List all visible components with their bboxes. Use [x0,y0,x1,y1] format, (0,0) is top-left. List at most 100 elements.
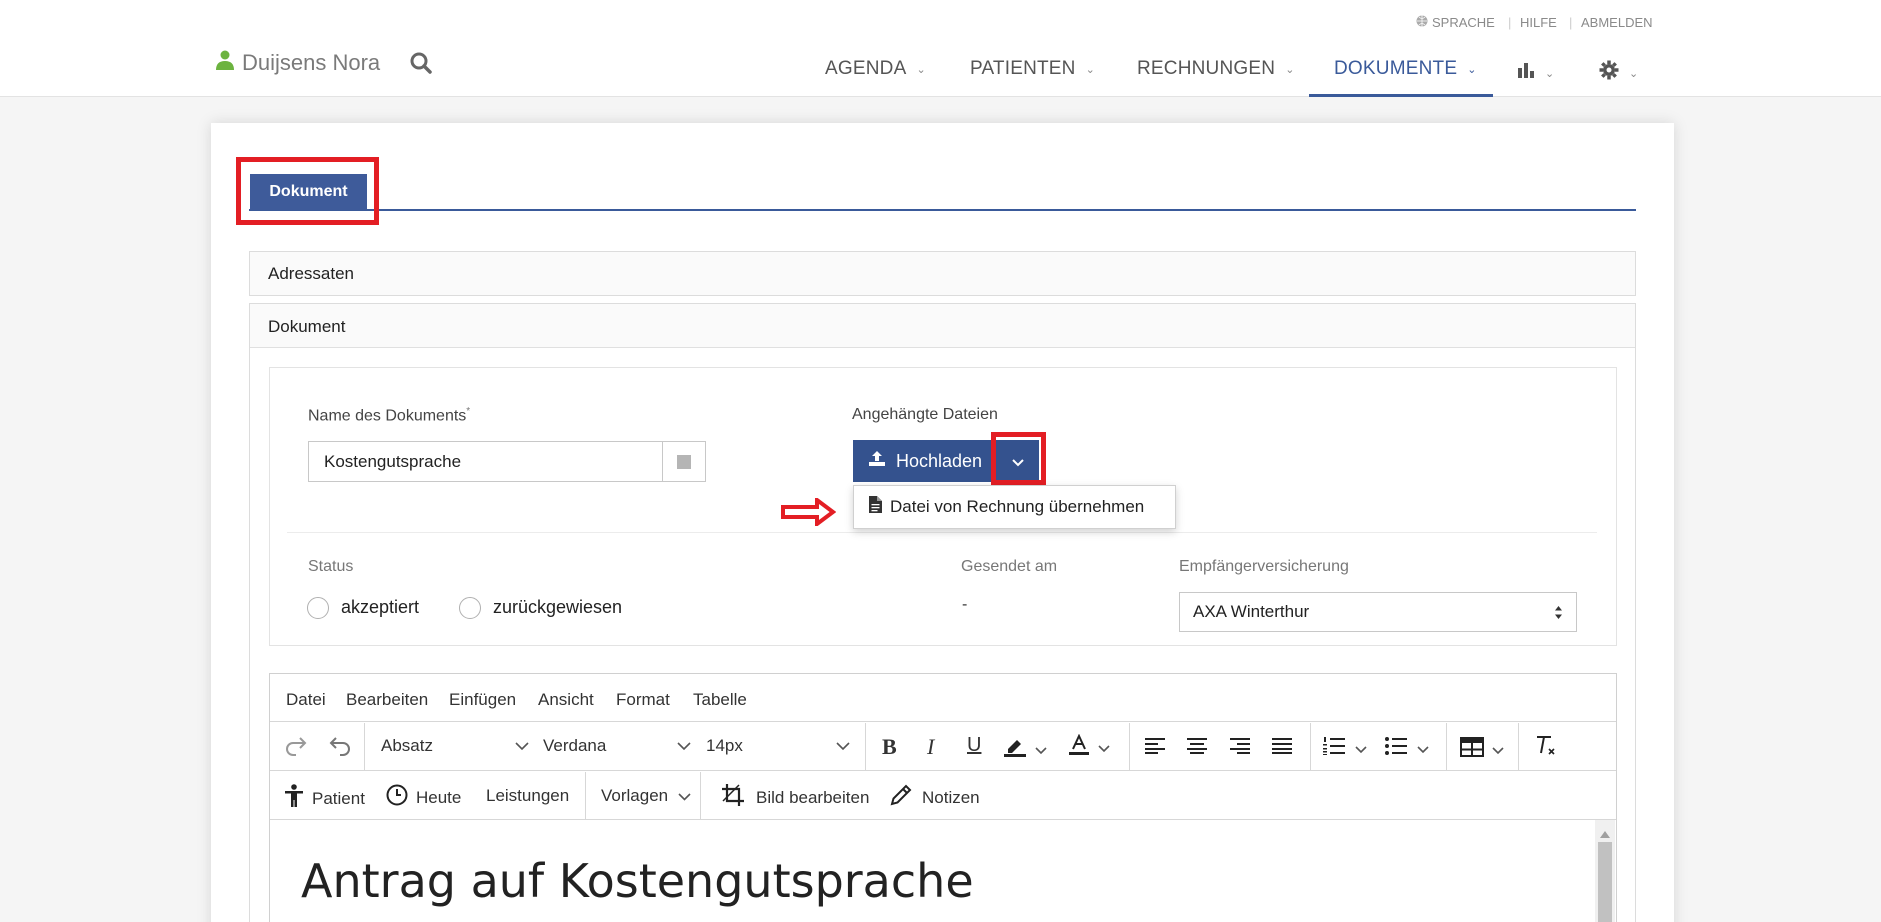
font-size-select[interactable]: 14px [706,736,850,756]
nav-label: DOKUMENTE [1334,58,1458,79]
arrow-right-icon [781,496,837,531]
align-left-icon [1145,738,1165,759]
nav-dokumente[interactable]: DOKUMENTE ⌄ [1334,58,1477,80]
help-link[interactable]: HILFE [1520,15,1557,30]
menu-einfuegen[interactable]: Einfügen [449,690,516,710]
section-adressaten[interactable] [249,251,1636,296]
insert-services-button[interactable]: Leistungen [486,786,569,806]
toolbar-separator [1518,723,1519,770]
nav-label: AGENDA [825,58,907,79]
nav-settings[interactable]: ⌄ [1599,60,1638,86]
editor-content-heading[interactable]: Antrag auf Kostengutsprache [301,854,974,908]
menu-bearbeiten[interactable]: Bearbeiten [346,690,428,710]
status-label: Status [308,558,354,575]
align-center-button[interactable] [1187,738,1207,759]
logout-link[interactable]: ABMELDEN [1581,15,1653,30]
accessibility-icon [284,784,304,813]
editor-scrollbar-thumb[interactable] [1598,842,1612,922]
document-name-input[interactable]: Kostengutsprache [308,441,663,482]
italic-icon: I [927,734,935,759]
numbered-list-button[interactable] [1323,737,1367,760]
name-label-text: Name des Dokuments [308,407,467,425]
search-icon[interactable] [410,52,432,79]
name-field-addon[interactable] [663,441,706,482]
menu-tabelle[interactable]: Tabelle [693,690,747,710]
chevron-down-icon: ⌄ [1285,63,1295,76]
bold-button[interactable]: B [882,734,897,760]
user-menu[interactable]: Duijsens Nora [216,50,380,76]
dropdown-item-label: Datei von Rechnung übernehmen [890,497,1145,516]
clear-format-icon [1534,734,1558,763]
insert-services-label: Leistungen [486,786,570,805]
chevron-down-icon: ⌄ [1085,63,1096,76]
nav-patienten[interactable]: PATIENTEN ⌄ [970,58,1095,80]
section-dokument-title: Dokument [268,317,346,336]
align-justify-icon [1272,738,1292,759]
chevron-down-icon: ⌄ [1629,67,1639,80]
scroll-up-icon[interactable] [1600,825,1610,843]
user-icon [216,50,234,76]
font-family-value: Verdana [543,736,607,755]
chevron-down-icon [1417,739,1429,759]
font-family-select[interactable]: Verdana [543,736,691,756]
align-justify-button[interactable] [1272,738,1292,759]
nav-agenda[interactable]: AGENDA ⌄ [825,58,926,80]
align-right-button[interactable] [1230,738,1250,759]
chevron-down-icon [515,736,529,756]
menu-format[interactable]: Format [616,690,670,710]
insert-patient-label: Patient [312,788,365,808]
italic-button[interactable]: I [927,734,934,760]
templates-label: Vorlagen [601,786,669,805]
templates-dropdown[interactable]: Vorlagen [601,786,691,806]
redo-icon[interactable] [285,736,309,756]
radio-accepted[interactable] [307,597,329,619]
highlight-color-button[interactable] [1003,736,1047,763]
name-label: Name des Dokuments* [308,406,470,425]
divider [287,532,1597,533]
insurer-select[interactable]: AXA Winterthur [1179,592,1577,632]
language-link[interactable]: SPRACHE [1416,15,1495,30]
notes-label: Notizen [922,787,980,807]
chevron-down-icon [1492,740,1504,760]
highlight-box [236,157,379,225]
block-format-value: Absatz [381,736,433,755]
top-header: SPRACHE | HILFE | ABMELDEN Duijsens Nora… [0,0,1881,97]
block-format-select[interactable]: Absatz [381,736,529,756]
menu-datei[interactable]: Datei [286,690,326,710]
edit-image-label: Bild bearbeiten [756,787,870,807]
insert-today-button[interactable]: Heute [386,784,461,811]
toolbar-separator [700,772,701,819]
text-color-icon [1068,733,1090,761]
crop-icon [722,784,744,811]
bullet-list-button[interactable] [1385,737,1429,760]
section-dokument-header[interactable] [250,304,1635,348]
chevron-down-icon [677,736,691,756]
underline-button[interactable]: U [967,734,981,757]
table-icon [1460,737,1484,762]
clock-icon [386,784,408,811]
toolbar-separator [364,723,365,770]
upload-label: Hochladen [896,450,983,471]
square-icon [677,454,691,469]
tab-underline [249,209,1636,211]
sent-value: - [962,596,968,613]
table-button[interactable] [1460,737,1504,762]
toolbar-separator [865,723,866,770]
radio-rejected-label[interactable]: zurückgewiesen [493,597,622,618]
insert-patient-button[interactable]: Patient [284,784,365,813]
notes-button[interactable]: Notizen [890,784,980,811]
undo-icon[interactable] [327,736,351,756]
upload-button[interactable]: Hochladen [853,440,994,482]
dropdown-item-invoice-file[interactable]: Datei von Rechnung übernehmen [853,485,1176,529]
align-left-button[interactable] [1145,738,1165,759]
clear-format-button[interactable] [1534,734,1558,763]
chevron-down-icon [1035,740,1047,760]
align-center-icon [1187,738,1207,759]
nav-statistics[interactable]: ⌄ [1517,61,1554,85]
edit-image-button[interactable]: Bild bearbeiten [722,784,869,811]
text-color-button[interactable] [1068,733,1110,761]
nav-rechnungen[interactable]: RECHNUNGEN ⌄ [1137,58,1295,80]
radio-accepted-label[interactable]: akzeptiert [341,597,419,618]
menu-ansicht[interactable]: Ansicht [538,690,594,710]
radio-rejected[interactable] [459,597,481,619]
